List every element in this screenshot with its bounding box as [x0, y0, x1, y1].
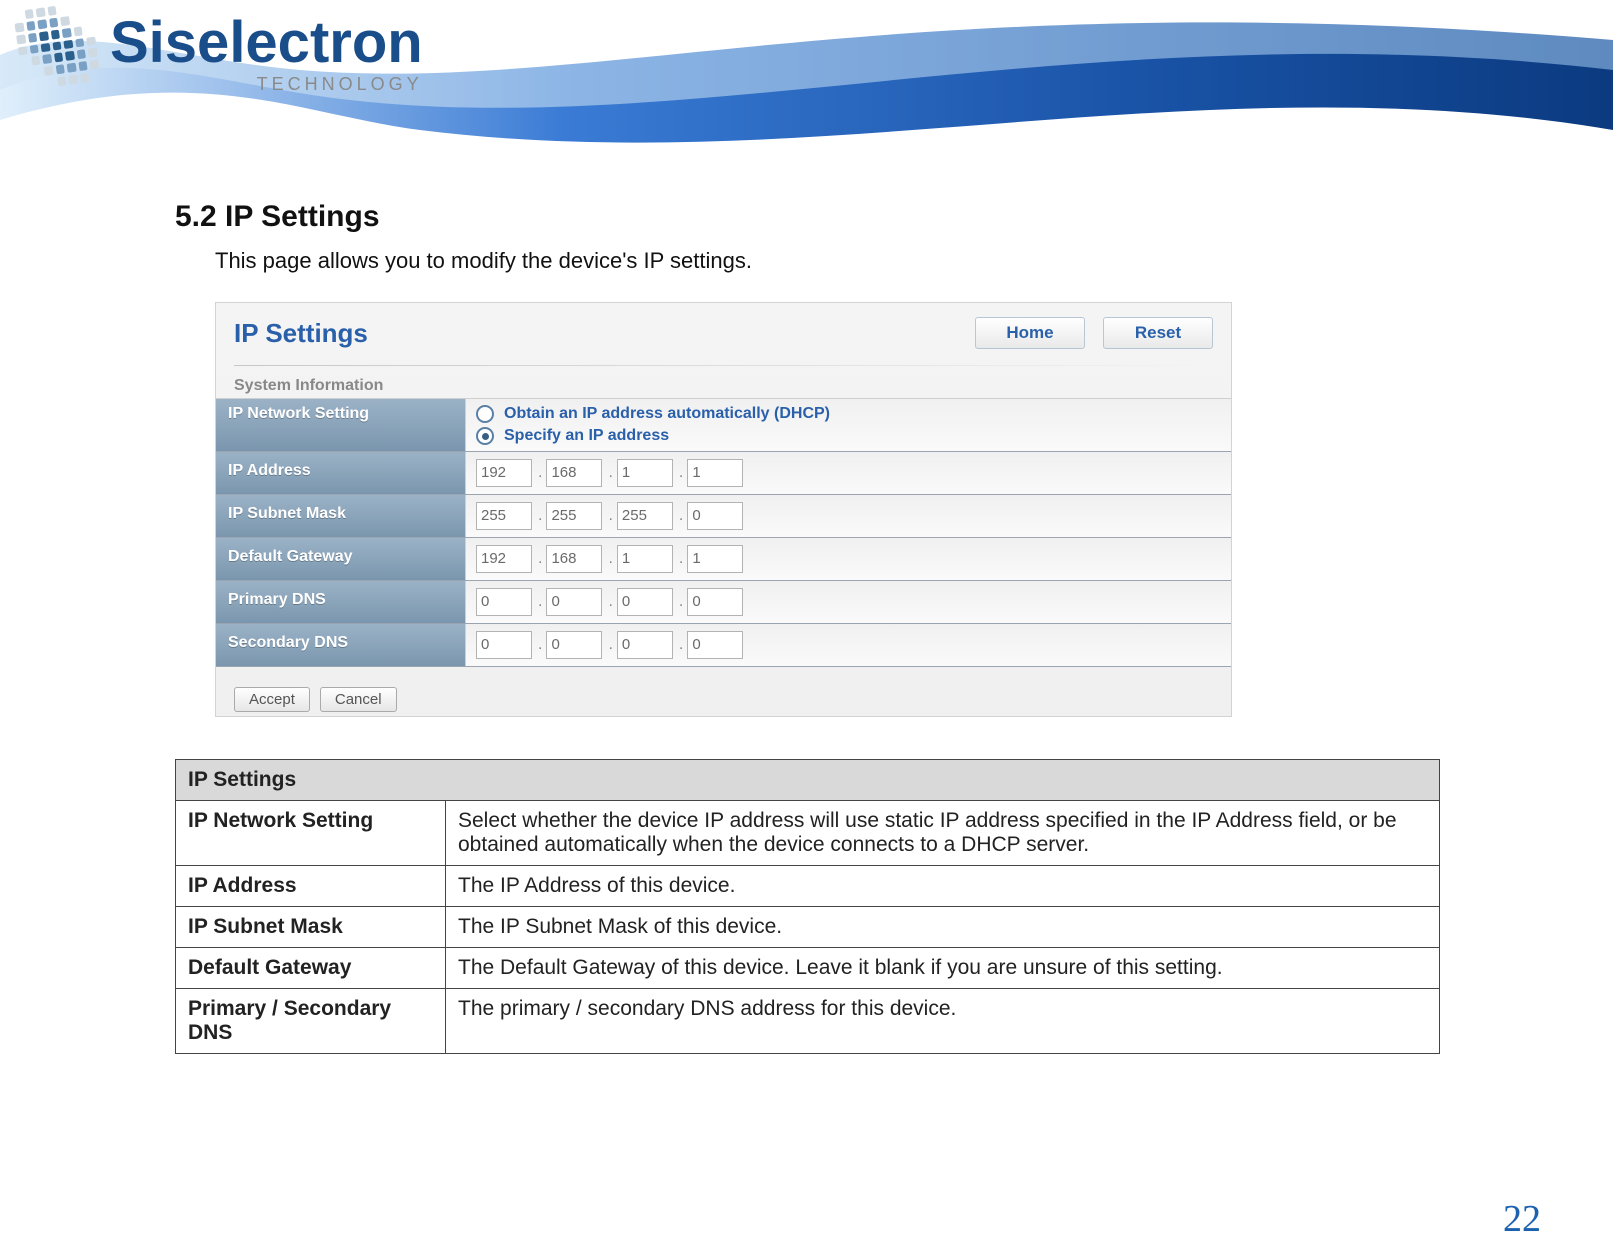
table-row: IP Subnet MaskThe IP Subnet Mask of this…: [176, 907, 1440, 948]
dns2-octet-2[interactable]: 0: [546, 631, 602, 659]
desc-val: The IP Subnet Mask of this device.: [446, 907, 1440, 948]
label-ip-address: IP Address: [216, 452, 466, 494]
system-info-heading: System Information: [234, 377, 1231, 395]
ip-octet-2[interactable]: 168: [546, 459, 602, 487]
mask-octet-1[interactable]: 255: [476, 502, 532, 530]
page-banner: Siselectron TECHNOLOGY ·····: [0, 0, 1613, 160]
table-row: Primary / Secondary DNSThe primary / sec…: [176, 989, 1440, 1054]
mask-octet-3[interactable]: 255: [617, 502, 673, 530]
dns1-octet-1[interactable]: 0: [476, 588, 532, 616]
section-heading: 5.2 IP Settings: [175, 200, 1553, 234]
brand-subtag: ·····: [110, 95, 423, 107]
desc-table-header: IP Settings: [176, 760, 1440, 801]
label-ip-network-setting: IP Network Setting: [216, 399, 466, 451]
desc-key: Default Gateway: [176, 948, 446, 989]
ip-settings-description-table: IP Settings IP Network SettingSelect whe…: [175, 759, 1440, 1054]
desc-key: IP Network Setting: [176, 801, 446, 866]
desc-val: The primary / secondary DNS address for …: [446, 989, 1440, 1054]
desc-val: The IP Address of this device.: [446, 866, 1440, 907]
radio-dhcp[interactable]: Obtain an IP address automatically (DHCP…: [476, 405, 1221, 423]
desc-key: Primary / Secondary DNS: [176, 989, 446, 1054]
cancel-button[interactable]: Cancel: [320, 687, 397, 712]
ip-octet-3[interactable]: 1: [617, 459, 673, 487]
ip-octet-1[interactable]: 192: [476, 459, 532, 487]
radio-static-label: Specify an IP address: [504, 427, 669, 445]
brand-logo: Siselectron TECHNOLOGY ·····: [18, 6, 423, 107]
panel-title: IP Settings: [234, 318, 957, 349]
label-secondary-dns: Secondary DNS: [216, 624, 466, 666]
ip-settings-panel: IP Settings Home Reset System Informatio…: [215, 302, 1232, 717]
reset-button[interactable]: Reset: [1103, 317, 1213, 349]
gw-octet-2[interactable]: 168: [546, 545, 602, 573]
radio-dhcp-label: Obtain an IP address automatically (DHCP…: [504, 405, 830, 423]
dns1-octet-4[interactable]: 0: [687, 588, 743, 616]
page-number: 22: [1503, 1197, 1541, 1241]
dns2-octet-4[interactable]: 0: [687, 631, 743, 659]
radio-icon: [476, 405, 494, 423]
ip-octet-4[interactable]: 1: [687, 459, 743, 487]
gw-octet-3[interactable]: 1: [617, 545, 673, 573]
desc-val: The Default Gateway of this device. Leav…: [446, 948, 1440, 989]
label-primary-dns: Primary DNS: [216, 581, 466, 623]
mask-octet-2[interactable]: 255: [546, 502, 602, 530]
dns2-octet-1[interactable]: 0: [476, 631, 532, 659]
logo-glyph-icon: [13, 1, 101, 91]
radio-icon: [476, 427, 494, 445]
brand-tagline: TECHNOLOGY: [110, 74, 423, 95]
dns1-octet-2[interactable]: 0: [546, 588, 602, 616]
desc-key: IP Address: [176, 866, 446, 907]
table-row: Default GatewayThe Default Gateway of th…: [176, 948, 1440, 989]
mask-octet-4[interactable]: 0: [687, 502, 743, 530]
gw-octet-4[interactable]: 1: [687, 545, 743, 573]
accept-button[interactable]: Accept: [234, 687, 310, 712]
dns1-octet-3[interactable]: 0: [617, 588, 673, 616]
radio-static[interactable]: Specify an IP address: [476, 427, 1221, 445]
desc-val: Select whether the device IP address wil…: [446, 801, 1440, 866]
home-button[interactable]: Home: [975, 317, 1085, 349]
label-default-gateway: Default Gateway: [216, 538, 466, 580]
section-intro: This page allows you to modify the devic…: [215, 248, 1553, 274]
table-row: IP AddressThe IP Address of this device.: [176, 866, 1440, 907]
brand-name: Siselectron: [110, 14, 423, 72]
table-row: IP Network SettingSelect whether the dev…: [176, 801, 1440, 866]
gw-octet-1[interactable]: 192: [476, 545, 532, 573]
desc-key: IP Subnet Mask: [176, 907, 446, 948]
dns2-octet-3[interactable]: 0: [617, 631, 673, 659]
label-subnet-mask: IP Subnet Mask: [216, 495, 466, 537]
